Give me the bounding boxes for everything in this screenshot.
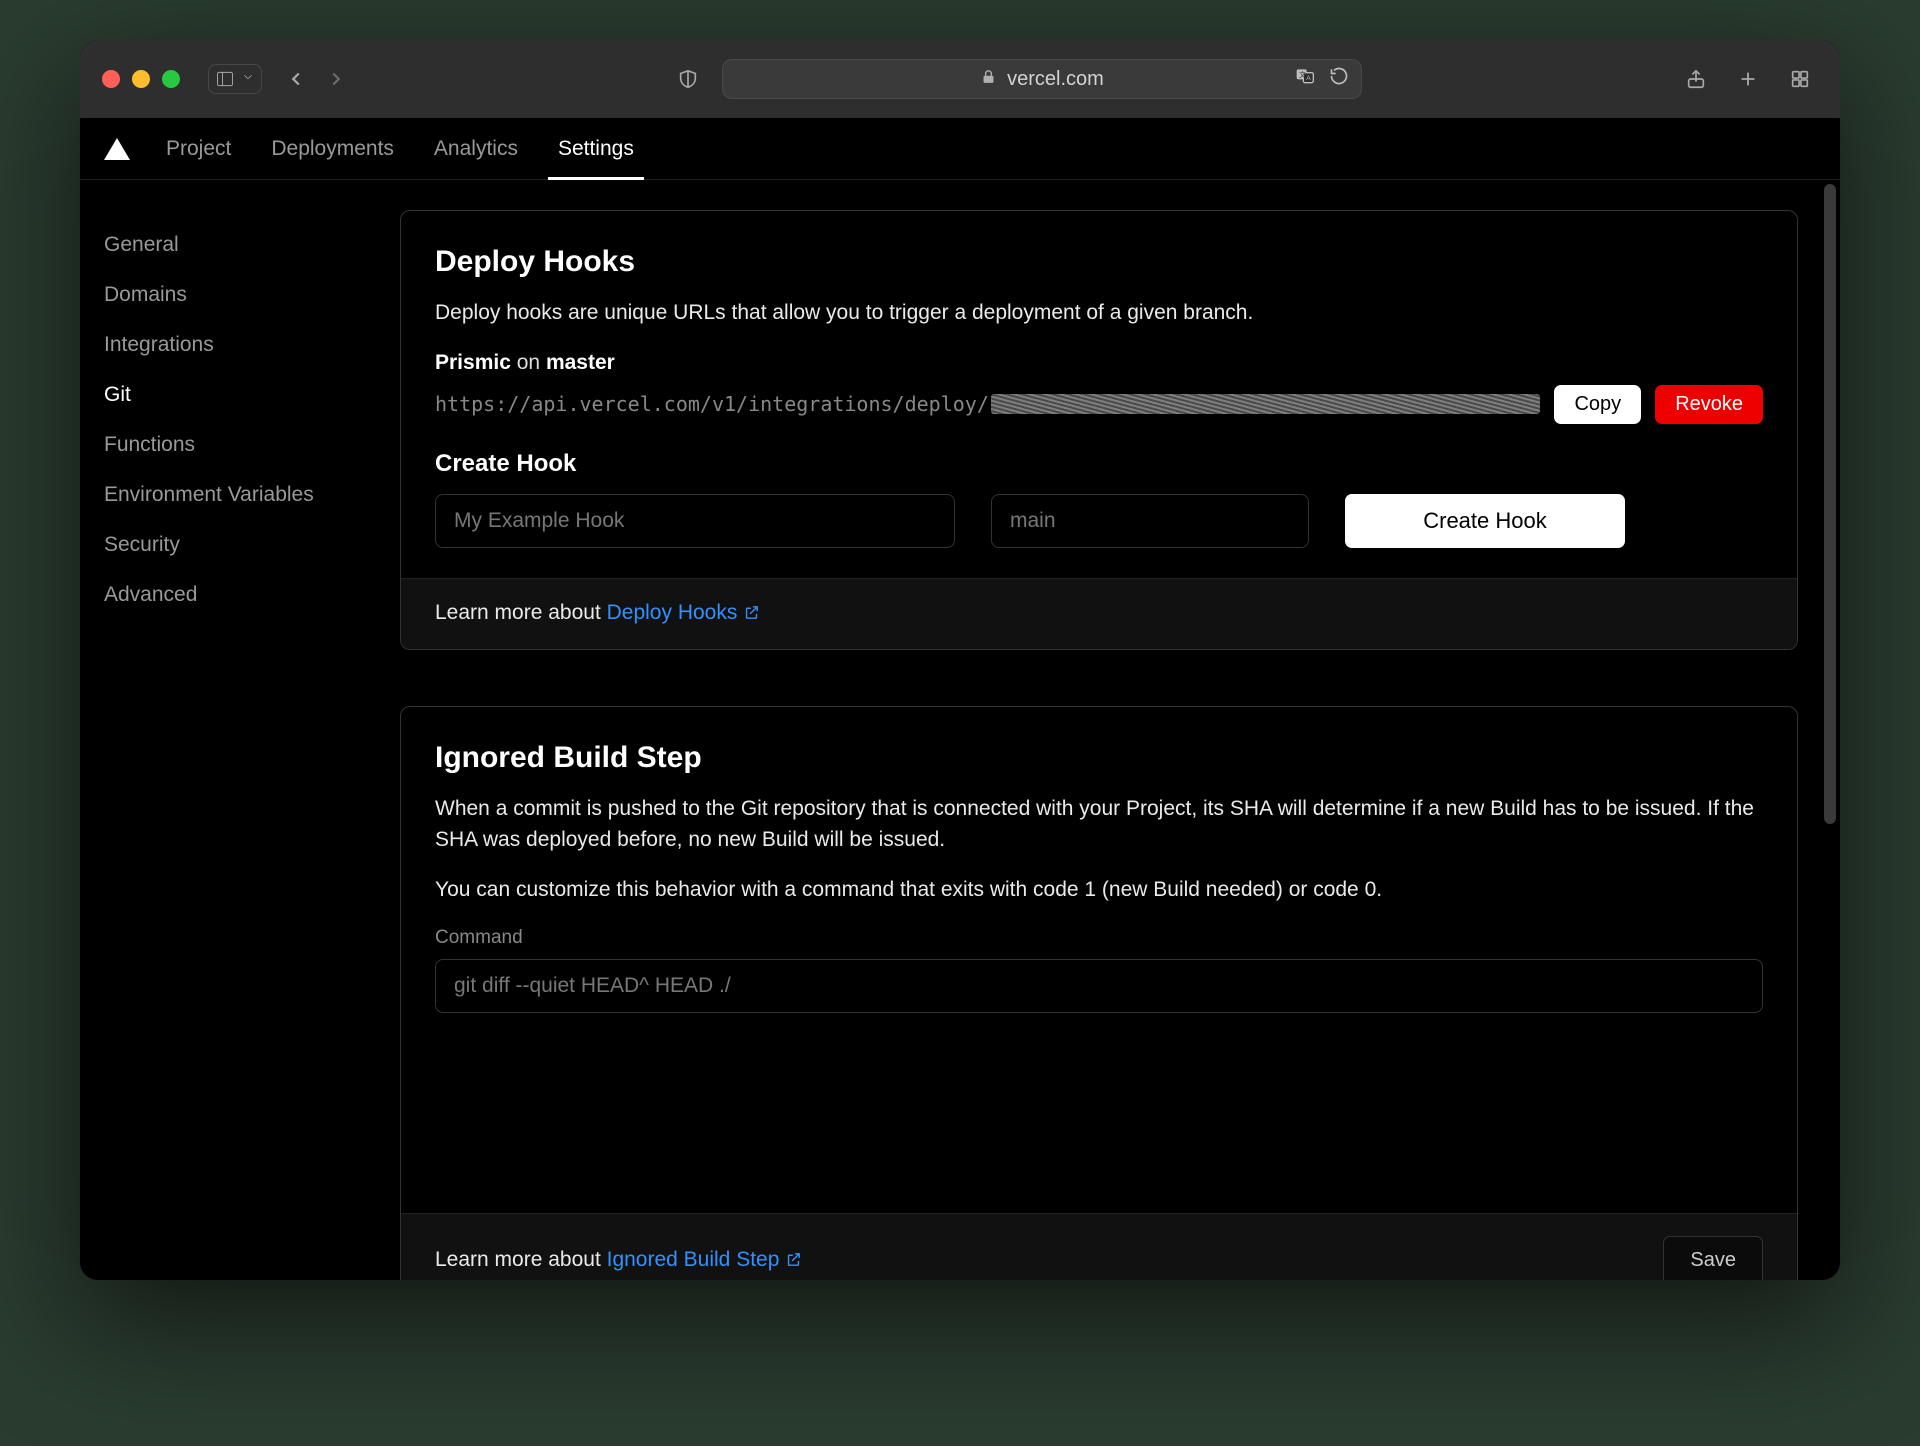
sidebar-item-functions[interactable]: Functions: [104, 420, 376, 470]
deploy-hooks-learn-link[interactable]: Deploy Hooks: [607, 601, 761, 624]
back-button[interactable]: [278, 62, 314, 96]
ignored-build-learn-link[interactable]: Ignored Build Step: [607, 1248, 803, 1271]
scrollbar[interactable]: [1824, 184, 1836, 824]
close-window-button[interactable]: [102, 70, 120, 88]
share-icon[interactable]: [1678, 62, 1714, 96]
deploy-hooks-footer: Learn more about Deploy Hooks: [401, 578, 1797, 649]
command-label: Command: [435, 927, 1763, 949]
lock-icon: [980, 68, 997, 91]
new-tab-icon[interactable]: [1730, 62, 1766, 96]
address-bar[interactable]: vercel.com 文A: [722, 59, 1362, 99]
svg-text:A: A: [1306, 75, 1311, 82]
tab-overview-icon[interactable]: [1782, 62, 1818, 96]
sidebar-item-env-vars[interactable]: Environment Variables: [104, 470, 376, 520]
reload-icon[interactable]: [1329, 66, 1349, 92]
nav-settings[interactable]: Settings: [554, 119, 638, 179]
translate-icon[interactable]: 文A: [1295, 66, 1315, 92]
ignored-build-footer: Learn more about Ignored Build Step Save: [401, 1213, 1797, 1280]
hook-url: https://api.vercel.com/v1/integrations/d…: [435, 392, 1540, 416]
nav-analytics[interactable]: Analytics: [430, 119, 522, 179]
command-input[interactable]: [435, 959, 1763, 1013]
browser-window: vercel.com 文A Project Deployments Analy: [80, 40, 1840, 1280]
revoke-button[interactable]: Revoke: [1655, 385, 1763, 424]
ignored-build-desc2: You can customize this behavior with a c…: [435, 874, 1763, 906]
minimize-window-button[interactable]: [132, 70, 150, 88]
sidebar-item-advanced[interactable]: Advanced: [104, 570, 376, 620]
hook-on-word: on: [517, 351, 540, 374]
save-button[interactable]: Save: [1663, 1236, 1763, 1280]
sidebar-item-git[interactable]: Git: [104, 370, 376, 420]
ignored-build-desc1: When a commit is pushed to the Git repos…: [435, 793, 1763, 856]
deploy-hooks-card: Deploy Hooks Deploy hooks are unique URL…: [400, 210, 1798, 650]
svg-text:文: 文: [1299, 70, 1306, 79]
ignored-build-title: Ignored Build Step: [435, 741, 1763, 775]
settings-sidebar: General Domains Integrations Git Functio…: [80, 180, 400, 660]
hook-url-prefix: https://api.vercel.com/v1/integrations/d…: [435, 392, 989, 416]
hook-heading: Prismic on master: [435, 351, 1763, 375]
nav-deployments[interactable]: Deployments: [267, 119, 398, 179]
project-nav: Project Deployments Analytics Settings: [80, 118, 1840, 180]
forward-button[interactable]: [318, 62, 354, 96]
create-hook-heading: Create Hook: [435, 450, 1763, 478]
hook-name: Prismic: [435, 351, 511, 374]
privacy-shield-icon[interactable]: [670, 62, 706, 96]
hook-url-redacted: [991, 394, 1541, 414]
hook-branch-input[interactable]: [991, 494, 1309, 548]
window-controls: [102, 70, 180, 88]
learn-prefix: Learn more about: [435, 601, 607, 624]
nav-buttons: [278, 62, 354, 96]
create-hook-button[interactable]: Create Hook: [1345, 494, 1625, 548]
hook-branch: master: [546, 351, 615, 374]
sidebar-item-general[interactable]: General: [104, 220, 376, 270]
vercel-logo-icon[interactable]: [104, 138, 130, 160]
zoom-window-button[interactable]: [162, 70, 180, 88]
sidebar-item-security[interactable]: Security: [104, 520, 376, 570]
deploy-hooks-description: Deploy hooks are unique URLs that allow …: [435, 297, 1763, 329]
copy-button[interactable]: Copy: [1554, 385, 1641, 424]
browser-toolbar: vercel.com 文A: [80, 40, 1840, 118]
deploy-hooks-title: Deploy Hooks: [435, 245, 1763, 279]
url-text: vercel.com: [1007, 68, 1104, 91]
external-link-icon: [743, 603, 760, 627]
sidebar-item-domains[interactable]: Domains: [104, 270, 376, 320]
chevron-down-icon: [241, 70, 255, 89]
nav-project[interactable]: Project: [162, 119, 235, 179]
external-link-icon: [785, 1250, 802, 1274]
learn-prefix-2: Learn more about: [435, 1248, 607, 1271]
sidebar-toggle[interactable]: [208, 64, 262, 94]
ignored-build-card: Ignored Build Step When a commit is push…: [400, 706, 1798, 1281]
settings-content: General Domains Integrations Git Functio…: [80, 180, 1840, 1280]
sidebar-item-integrations[interactable]: Integrations: [104, 320, 376, 370]
hook-name-input[interactable]: [435, 494, 955, 548]
